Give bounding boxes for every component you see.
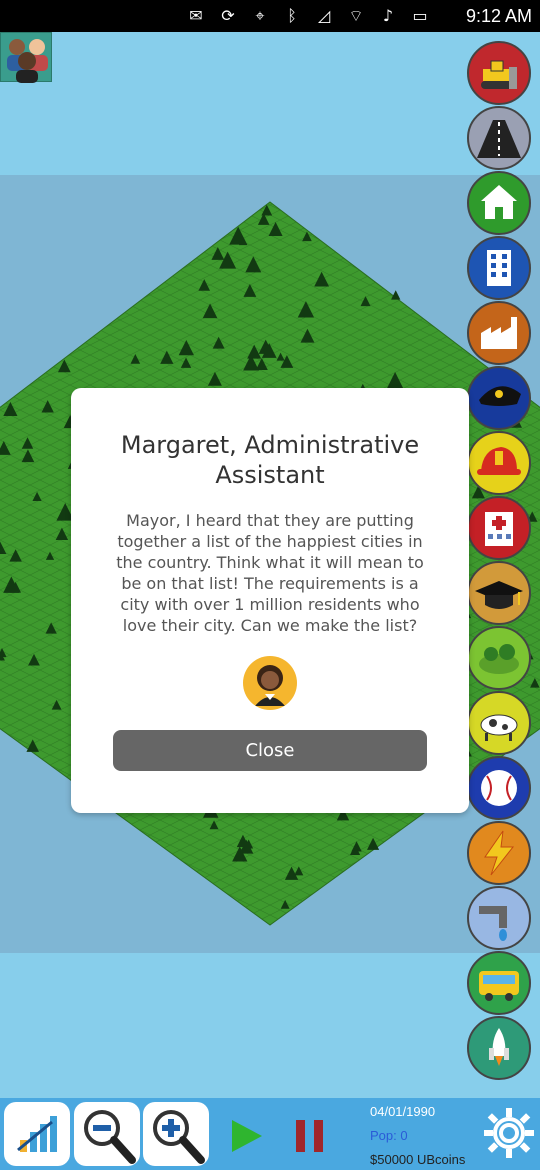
battery-icon: ▭ bbox=[412, 6, 428, 25]
fire-station-tool-button[interactable] bbox=[467, 431, 531, 495]
play-icon[interactable] bbox=[226, 1118, 266, 1154]
city-info: 04/01/1990 Pop: 0 $50000 UBcoins bbox=[370, 1100, 480, 1170]
police-tool-button[interactable] bbox=[467, 366, 531, 430]
transit-icon bbox=[479, 971, 519, 1001]
cellular-icon: ◿ bbox=[317, 6, 331, 25]
bluetooth-icon: ᛒ bbox=[287, 6, 297, 25]
farm-icon bbox=[480, 714, 518, 741]
advisor-face-icon bbox=[255, 665, 285, 706]
population-label: Pop: 0 bbox=[370, 1128, 408, 1143]
build-toolbar bbox=[467, 41, 531, 1081]
bulldozer-tool-button[interactable] bbox=[467, 41, 531, 105]
wifi-icon: ⌔ bbox=[348, 6, 364, 25]
dialog-message: Mayor, I heard that they are putting tog… bbox=[116, 511, 424, 635]
rotation-lock-icon: ⟳ bbox=[221, 6, 235, 25]
sky-top bbox=[0, 32, 540, 175]
road-tool-button[interactable] bbox=[467, 106, 531, 170]
commercial-icon bbox=[487, 250, 511, 286]
sky-bottom bbox=[0, 953, 540, 1098]
bulldozer-icon bbox=[481, 60, 517, 89]
hospital-icon bbox=[485, 512, 513, 546]
hospital-tool-button[interactable] bbox=[467, 496, 531, 560]
location-icon: ⌖ bbox=[255, 6, 265, 25]
status-icons: ✉ ⟳ ⌖ ᛒ ◿ ⌔ ♪ ▭ bbox=[184, 6, 432, 26]
advisor-dialog: Margaret, Administrative Assistant Mayor… bbox=[71, 388, 469, 813]
water-icon bbox=[479, 906, 507, 941]
park-icon bbox=[479, 644, 519, 674]
zoom-in-icon bbox=[153, 1110, 205, 1164]
park-tool-button[interactable] bbox=[467, 626, 531, 690]
commercial-tool-button[interactable] bbox=[467, 236, 531, 300]
bottom-bar: 04/01/1990 Pop: 0 $50000 UBcoins bbox=[0, 1098, 540, 1170]
advisors-icon bbox=[7, 39, 48, 83]
zoom-out-button[interactable] bbox=[74, 1102, 140, 1166]
school-icon bbox=[475, 581, 523, 609]
money-label: $50000 UBcoins bbox=[370, 1152, 466, 1167]
transit-tool-button[interactable] bbox=[467, 951, 531, 1015]
residential-tool-button[interactable] bbox=[467, 171, 531, 235]
industrial-tool-button[interactable] bbox=[467, 301, 531, 365]
dialog-title: Margaret, Administrative Assistant bbox=[120, 431, 420, 489]
farm-tool-button[interactable] bbox=[467, 691, 531, 755]
advisor-avatar bbox=[243, 656, 297, 710]
advisors-button[interactable] bbox=[0, 32, 52, 83]
bar-chart-icon bbox=[17, 1116, 57, 1152]
close-button[interactable]: Close bbox=[113, 730, 427, 771]
space-port-tool-button[interactable] bbox=[467, 1016, 531, 1080]
zoom-in-button[interactable] bbox=[143, 1102, 209, 1166]
volume-icon: ♪ bbox=[382, 6, 394, 25]
game-date: 04/01/1990 bbox=[370, 1104, 436, 1119]
pause-icon[interactable] bbox=[292, 1118, 328, 1154]
water-tool-button[interactable] bbox=[467, 886, 531, 950]
power-tool-button[interactable] bbox=[467, 821, 531, 885]
stadium-icon bbox=[481, 770, 517, 806]
industrial-icon bbox=[481, 317, 517, 349]
power-icon bbox=[484, 830, 515, 876]
stadium-tool-button[interactable] bbox=[467, 756, 531, 820]
fire-station-icon bbox=[477, 447, 521, 475]
police-icon bbox=[479, 386, 521, 406]
mail-icon: ✉ bbox=[189, 6, 203, 25]
status-bar: ✉ ⟳ ⌖ ᛒ ◿ ⌔ ♪ ▭ 9:12 AM bbox=[0, 0, 540, 32]
statistics-button[interactable] bbox=[4, 1102, 70, 1166]
status-time: 9:12 AM bbox=[465, 6, 532, 26]
space-port-icon bbox=[489, 1028, 509, 1066]
settings-gear-icon[interactable] bbox=[482, 1106, 536, 1160]
residential-icon bbox=[481, 185, 517, 219]
school-tool-button[interactable] bbox=[467, 561, 531, 625]
zoom-out-icon bbox=[84, 1110, 136, 1164]
road-icon bbox=[477, 120, 521, 158]
